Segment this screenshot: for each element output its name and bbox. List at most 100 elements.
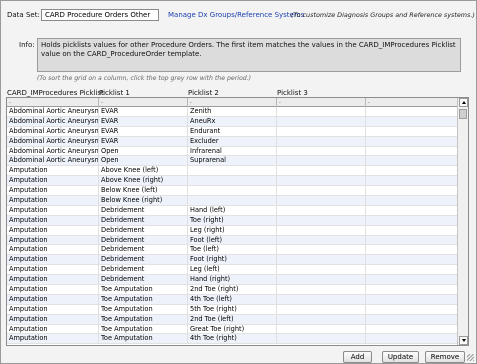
table-cell[interactable] [277,215,366,226]
table-cell[interactable]: Below Knee (left) [99,186,188,197]
table-cell[interactable]: Open [99,146,188,157]
table-cell[interactable]: Infrarenal [188,146,277,157]
sort-cell[interactable]: . [366,98,459,107]
table-cell[interactable]: Leg (left) [188,265,277,276]
table-cell[interactable]: Amputation [7,294,99,305]
table-row[interactable]: Amputation Above Knee (left) [7,166,459,177]
table-row[interactable]: Amputation Debridement Leg (left) [7,265,459,276]
table-row[interactable]: Amputation Below Knee (left) [7,186,459,197]
table-cell[interactable]: Debridement [99,225,188,236]
table-cell[interactable] [366,136,459,147]
table-row[interactable]: Amputation Toe Amputation 2nd Toe (right) [7,285,459,295]
table-row[interactable]: Abdominal Aortic Aneurysm EVAR Excluder [7,136,459,147]
table-cell[interactable] [277,225,366,236]
table-cell[interactable]: Debridement [99,215,188,226]
table-row[interactable]: Amputation Toe Amputation 2nd Toe (left) [7,314,459,325]
table-cell[interactable]: Endurant [188,126,277,137]
picklist-grid[interactable]: . . . . . Abdominal Aortic Aneurysm EVAR Z… [6,97,469,346]
add-button[interactable]: Add [343,351,372,363]
table-cell[interactable] [277,275,366,286]
table-cell[interactable] [366,176,459,187]
table-row[interactable]: Abdominal Aortic Aneurysm EVAR Zenith [7,107,459,117]
table-cell[interactable]: Debridement [99,245,188,256]
table-cell[interactable]: EVAR [99,116,188,127]
table-cell[interactable]: Amputation [7,245,99,256]
table-cell[interactable]: Leg (right) [188,225,277,236]
table-cell[interactable]: 4th Toe (right) [188,334,277,345]
sort-cell[interactable]: . [277,98,366,107]
table-cell[interactable]: Excluder [188,136,277,147]
table-cell[interactable] [277,136,366,147]
table-cell[interactable]: Debridement [99,235,188,246]
manage-dx-groups-link[interactable]: Manage Dx Groups/Reference Systems [168,11,304,19]
table-row[interactable]: Amputation Debridement Foot (left) [7,235,459,246]
table-cell[interactable] [277,116,366,127]
table-cell[interactable]: 2nd Toe (left) [188,314,277,325]
table-cell[interactable] [366,285,459,295]
table-cell[interactable]: Amputation [7,205,99,216]
table-cell[interactable]: Toe Amputation [99,314,188,325]
table-cell[interactable]: Debridement [99,275,188,286]
dataset-field[interactable]: CARD Procedure Orders Other [41,9,159,21]
table-cell[interactable] [366,205,459,216]
table-row[interactable]: Amputation Debridement Foot (right) [7,255,459,266]
table-cell[interactable] [188,186,277,197]
table-cell[interactable]: Abdominal Aortic Aneurysm [7,107,99,117]
table-cell[interactable]: Foot (right) [188,255,277,266]
table-cell[interactable] [366,166,459,177]
table-cell[interactable]: Amputation [7,265,99,276]
table-cell[interactable]: Toe Amputation [99,285,188,295]
table-cell[interactable]: Below Knee (right) [99,196,188,206]
table-cell[interactable] [366,126,459,137]
table-cell[interactable] [366,304,459,315]
table-cell[interactable]: Amputation [7,235,99,246]
table-cell[interactable] [277,205,366,216]
table-cell[interactable]: Toe Amputation [99,294,188,305]
table-cell[interactable]: Hand (left) [188,205,277,216]
table-cell[interactable]: Hand (right) [188,275,277,286]
table-cell[interactable]: AneuRx [188,116,277,127]
sort-cell[interactable]: . [99,98,188,107]
scroll-down-button[interactable] [459,336,468,345]
table-cell[interactable] [366,146,459,157]
table-cell[interactable] [366,255,459,266]
table-cell[interactable] [277,146,366,157]
table-cell[interactable] [366,275,459,286]
table-cell[interactable] [366,334,459,345]
table-cell[interactable]: Abdominal Aortic Aneurysm [7,116,99,127]
table-cell[interactable]: 4th Toe (left) [188,294,277,305]
table-cell[interactable]: Zenith [188,107,277,117]
table-cell[interactable]: Toe Amputation [99,334,188,345]
table-cell[interactable] [277,156,366,167]
table-cell[interactable] [277,166,366,177]
table-cell[interactable]: Above Knee (right) [99,176,188,187]
table-cell[interactable]: Abdominal Aortic Aneurysm [7,136,99,147]
table-cell[interactable] [366,215,459,226]
table-cell[interactable] [366,116,459,127]
table-cell[interactable] [366,324,459,335]
table-cell[interactable]: Abdominal Aortic Aneurysm [7,146,99,157]
resize-grip-icon[interactable] [467,354,474,361]
table-cell[interactable]: Amputation [7,324,99,335]
table-cell[interactable]: Amputation [7,275,99,286]
table-row[interactable]: Amputation Debridement Toe (left) [7,245,459,256]
table-cell[interactable]: Debridement [99,265,188,276]
table-cell[interactable]: EVAR [99,136,188,147]
table-cell[interactable] [277,304,366,315]
table-cell[interactable]: Amputation [7,176,99,187]
table-cell[interactable]: Amputation [7,314,99,325]
table-row[interactable]: Amputation Toe Amputation 5th Toe (right) [7,304,459,315]
table-cell[interactable] [277,255,366,266]
table-row[interactable]: Amputation Debridement Hand (right) [7,275,459,286]
update-button[interactable]: Update [382,351,419,363]
table-cell[interactable]: Abdominal Aortic Aneurysm [7,126,99,137]
table-cell[interactable] [277,324,366,335]
table-row[interactable]: Amputation Toe Amputation Great Toe (right… [7,324,459,335]
table-cell[interactable] [277,186,366,197]
table-row[interactable]: Abdominal Aortic Aneurysm Open Suprarenal [7,156,459,167]
table-row[interactable]: Amputation Debridement Toe (right) [7,215,459,226]
table-cell[interactable]: EVAR [99,126,188,137]
table-cell[interactable] [366,314,459,325]
table-cell[interactable] [366,107,459,117]
table-row[interactable]: Amputation Toe Amputation 4th Toe (left) [7,294,459,305]
